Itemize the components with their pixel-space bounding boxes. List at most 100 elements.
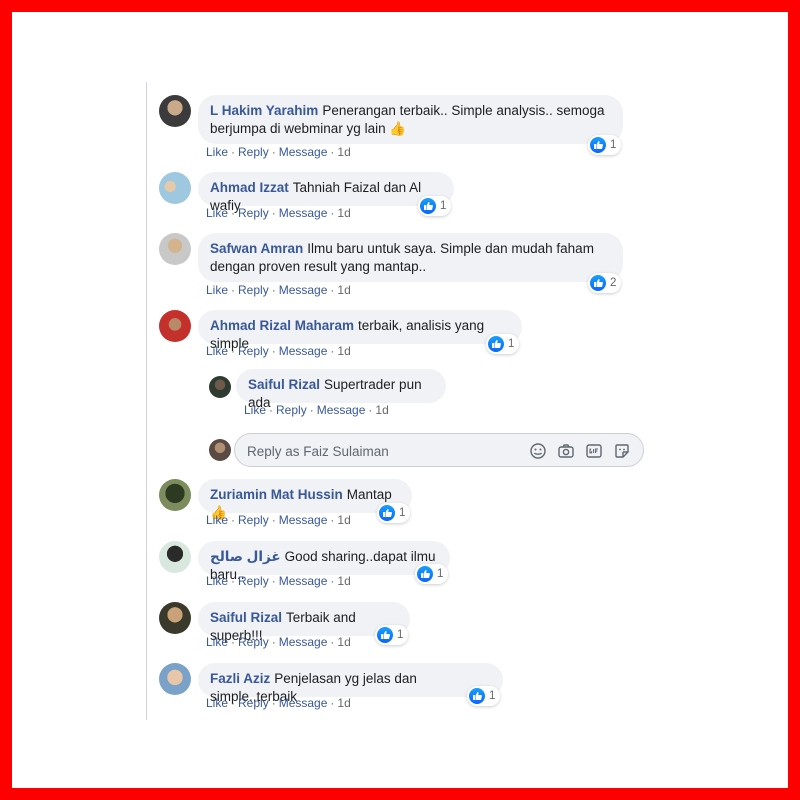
timestamp[interactable]: 1d	[337, 513, 350, 527]
separator: ·	[231, 635, 236, 649]
reaction-badge[interactable]: 1	[588, 135, 622, 155]
comment-actions: Like · Reply · Message · 1d	[206, 145, 351, 159]
reaction-count: 1	[399, 507, 406, 519]
comment-actions: Like · Reply · Message · 1d	[206, 206, 351, 220]
like-link[interactable]: Like	[244, 403, 266, 417]
separator: ·	[271, 206, 276, 220]
message-link[interactable]: Message	[279, 145, 328, 159]
reaction-badge[interactable]: 1	[377, 503, 411, 523]
reply-link[interactable]: Reply	[238, 513, 269, 527]
avatar[interactable]	[159, 95, 191, 127]
author-name[interactable]: Saiful Rizal	[210, 610, 282, 625]
author-name[interactable]: Zuriamin Mat Hussin	[210, 487, 343, 502]
reaction-badge[interactable]: 1	[467, 686, 501, 706]
message-link[interactable]: Message	[279, 574, 328, 588]
timestamp[interactable]: 1d	[375, 403, 388, 417]
reply-link[interactable]: Reply	[238, 635, 269, 649]
message-link[interactable]: Message	[279, 344, 328, 358]
avatar[interactable]	[159, 310, 191, 342]
author-name[interactable]: Ahmad Izzat	[210, 180, 289, 195]
reply-link[interactable]: Reply	[238, 145, 269, 159]
camera-icon[interactable]	[557, 442, 575, 460]
reaction-badge[interactable]: 2	[588, 273, 622, 293]
gif-icon[interactable]	[585, 442, 603, 460]
message-link[interactable]: Message	[279, 283, 328, 297]
message-link[interactable]: Message	[279, 696, 328, 710]
like-icon	[488, 336, 504, 352]
separator: ·	[330, 344, 335, 358]
author-name[interactable]: L Hakim Yarahim	[210, 103, 318, 118]
reaction-badge[interactable]: 1	[418, 196, 452, 216]
separator: ·	[231, 145, 236, 159]
separator: ·	[309, 403, 314, 417]
timestamp[interactable]: 1d	[337, 696, 350, 710]
like-link[interactable]: Like	[206, 635, 228, 649]
reaction-badge[interactable]: 1	[486, 334, 520, 354]
separator: ·	[231, 206, 236, 220]
reply-link[interactable]: Reply	[238, 344, 269, 358]
comment-actions: Like · Reply · Message · 1d	[206, 574, 351, 588]
like-icon	[379, 505, 395, 521]
separator: ·	[231, 513, 236, 527]
like-icon	[377, 627, 393, 643]
reaction-badge[interactable]: 1	[415, 564, 449, 584]
message-link[interactable]: Message	[317, 403, 366, 417]
separator: ·	[231, 574, 236, 588]
comment-actions: Like · Reply · Message · 1d	[206, 344, 351, 358]
timestamp[interactable]: 1d	[337, 145, 350, 159]
like-link[interactable]: Like	[206, 574, 228, 588]
comment-actions: Like · Reply · Message · 1d	[206, 635, 351, 649]
reaction-badge[interactable]: 1	[375, 625, 409, 645]
avatar[interactable]	[209, 376, 231, 398]
like-link[interactable]: Like	[206, 696, 228, 710]
message-link[interactable]: Message	[279, 513, 328, 527]
author-name[interactable]: Saiful Rizal	[248, 377, 320, 392]
separator: ·	[271, 574, 276, 588]
emoji-icon[interactable]	[529, 442, 547, 460]
reply-actions: Like · Reply · Message · 1d	[244, 403, 389, 417]
timestamp[interactable]: 1d	[337, 574, 350, 588]
timestamp[interactable]: 1d	[337, 344, 350, 358]
comment-bubble: غزال صالح Good sharing..dapat ilmu baru..	[198, 541, 450, 582]
timestamp[interactable]: 1d	[337, 283, 350, 297]
separator: ·	[231, 344, 236, 358]
avatar[interactable]	[159, 663, 191, 695]
sticker-icon[interactable]	[613, 442, 631, 460]
reply-link[interactable]: Reply	[238, 206, 269, 220]
reply-link[interactable]: Reply	[238, 696, 269, 710]
avatar[interactable]	[159, 602, 191, 634]
reply-link[interactable]: Reply	[238, 283, 269, 297]
separator: ·	[271, 344, 276, 358]
reply-link[interactable]: Reply	[276, 403, 307, 417]
comment-text: Ilmu baru untuk saya. Simple dan mudah f…	[307, 241, 594, 256]
reply-input[interactable]	[247, 441, 517, 461]
author-name[interactable]: Safwan Amran	[210, 241, 303, 256]
author-name[interactable]: Ahmad Rizal Maharam	[210, 318, 354, 333]
avatar[interactable]	[159, 479, 191, 511]
message-link[interactable]: Message	[279, 206, 328, 220]
avatar[interactable]	[159, 541, 191, 573]
separator: ·	[271, 696, 276, 710]
separator: ·	[330, 635, 335, 649]
avatar[interactable]	[159, 233, 191, 265]
reply-input-box[interactable]	[234, 433, 644, 467]
like-link[interactable]: Like	[206, 513, 228, 527]
reaction-count: 1	[397, 629, 404, 641]
separator: ·	[368, 403, 373, 417]
like-link[interactable]: Like	[206, 206, 228, 220]
message-link[interactable]: Message	[279, 635, 328, 649]
separator: ·	[330, 283, 335, 297]
separator: ·	[269, 403, 274, 417]
like-link[interactable]: Like	[206, 344, 228, 358]
reply-link[interactable]: Reply	[238, 574, 269, 588]
author-name[interactable]: غزال صالح	[210, 549, 281, 564]
timestamp[interactable]: 1d	[337, 206, 350, 220]
like-icon	[469, 688, 485, 704]
timestamp[interactable]: 1d	[337, 635, 350, 649]
like-icon	[590, 275, 606, 291]
avatar[interactable]	[159, 172, 191, 204]
reaction-count: 2	[610, 277, 617, 289]
like-link[interactable]: Like	[206, 283, 228, 297]
author-name[interactable]: Fazli Aziz	[210, 671, 270, 686]
like-link[interactable]: Like	[206, 145, 228, 159]
